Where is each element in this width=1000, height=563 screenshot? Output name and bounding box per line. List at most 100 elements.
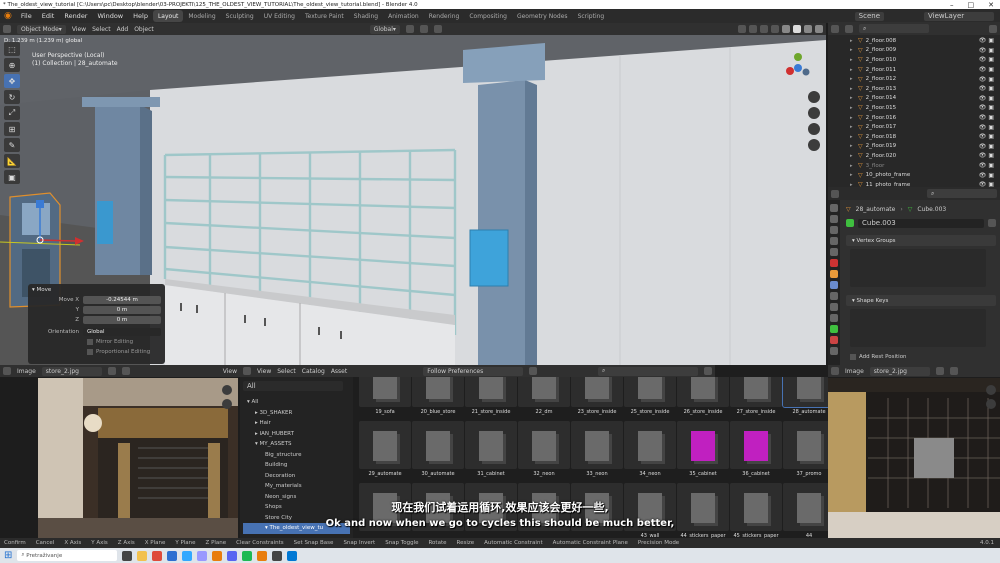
image-open-icon[interactable] [949, 367, 958, 375]
catalog-item[interactable]: Decoration [243, 471, 350, 482]
measure-tool-icon[interactable]: 📐 [4, 154, 20, 168]
asset-tile[interactable]: 27_store_inside [730, 377, 782, 415]
image-open-icon[interactable] [121, 367, 130, 375]
outliner-item[interactable]: ▸ ▽ 2_floor.017 👁 ▣ [828, 122, 1000, 132]
asset-menu-select[interactable]: Select [277, 368, 296, 375]
view-layer-tab-icon[interactable] [830, 237, 838, 245]
proportional-editing-checkbox[interactable] [87, 349, 93, 355]
outliner-editor-icon[interactable] [831, 24, 839, 33]
shading-rendered-icon[interactable] [815, 25, 823, 33]
outliner-item[interactable]: ▸ ▽ 2_floor.014 👁 ▣ [828, 94, 1000, 104]
outliner-item[interactable]: ▸ ▽ 2_floor.008 👁 ▣ [828, 36, 1000, 46]
catalog-item[interactable]: ▾ MY_ASSETS [243, 439, 350, 450]
workspace-tab-uv-editing[interactable]: UV Editing [259, 10, 300, 22]
edge-icon[interactable] [167, 550, 178, 561]
visibility-eye-icon[interactable]: 👁 ▣ [979, 66, 994, 73]
vertex-groups-panel-header[interactable]: ▾ Vertex Groups [846, 235, 996, 246]
tool-tab-icon[interactable] [830, 204, 838, 212]
asset-library-selector[interactable]: Follow Preferences [423, 366, 524, 376]
visibility-eye-icon[interactable]: 👁 ▣ [979, 124, 994, 131]
asset-tile[interactable]: 33_neon [571, 421, 623, 477]
outliner-item[interactable]: ▸ ▽ 2_floor.019 👁 ▣ [828, 142, 1000, 152]
editor-type-icon[interactable] [3, 25, 11, 33]
texture-tab-icon[interactable] [830, 347, 838, 355]
pan-icon[interactable] [222, 399, 232, 409]
image-menu[interactable]: Image [17, 368, 36, 375]
catalog-item[interactable]: Building [243, 460, 350, 471]
menu-add[interactable]: Add [117, 26, 129, 33]
menu-help[interactable]: Help [128, 12, 153, 20]
visibility-eye-icon[interactable]: 👁 ▣ [979, 104, 994, 111]
select-tool-icon[interactable]: ⬚ [4, 42, 20, 56]
physics-tab-icon[interactable] [830, 303, 838, 311]
asset-tile[interactable]: 21_store_inside [465, 377, 517, 415]
maximize-icon[interactable]: □ [968, 1, 975, 9]
data-tab-icon[interactable] [830, 325, 838, 333]
menu-select[interactable]: Select [92, 26, 111, 33]
asset-filter-dropdown[interactable]: All [243, 381, 343, 391]
mail-icon[interactable] [287, 550, 298, 561]
asset-tile[interactable]: 31_cabinet [465, 421, 517, 477]
object-tab-icon[interactable] [830, 270, 838, 278]
move-panel-header[interactable]: ▾ Move [28, 284, 165, 295]
mode-selector[interactable]: Object Mode ▾ [17, 24, 66, 34]
move-x-field[interactable]: -0.24544 m [83, 296, 161, 304]
outliner-item[interactable]: ▸ ▽ 10_photo_frame 👁 ▣ [828, 170, 1000, 180]
add-rest-position-row[interactable]: Add Rest Position [846, 351, 996, 362]
windows-start-icon[interactable]: ⊞ [4, 550, 12, 561]
asset-tile[interactable]: 26_store_inside [677, 377, 729, 415]
asset-tile[interactable]: 34_neon [624, 421, 676, 477]
outliner-item[interactable]: ▸ ▽ 2_floor.010 👁 ▣ [828, 55, 1000, 65]
transform-tool-icon[interactable]: ⊞ [4, 122, 20, 136]
material-tab-icon[interactable] [830, 336, 838, 344]
taskbar-search[interactable]: ⌕ Pretraživanje [17, 550, 118, 561]
orientation-dropdown[interactable]: Global [83, 328, 161, 336]
shape-keys-panel-header[interactable]: ▾ Shape Keys [846, 295, 996, 306]
image-new-icon[interactable] [107, 367, 116, 375]
visibility-eye-icon[interactable]: 👁 ▣ [979, 143, 994, 150]
asset-menu-asset[interactable]: Asset [331, 368, 347, 375]
outliner-item[interactable]: ▸ ▽ 2_floor.015 👁 ▣ [828, 103, 1000, 113]
snap-icon[interactable] [419, 25, 428, 33]
add-rest-position-checkbox[interactable] [850, 353, 856, 360]
discord-icon[interactable] [227, 550, 238, 561]
menu-window[interactable]: Window [92, 12, 128, 20]
catalog-item[interactable]: ▸ IAN_HUBERT [243, 429, 350, 440]
render-tab-icon[interactable] [830, 215, 838, 223]
shape-keys-list[interactable] [850, 309, 986, 347]
workspace-tab-compositing[interactable]: Compositing [464, 10, 512, 22]
asset-tile[interactable]: 19_sofa [359, 377, 411, 415]
constraints-tab-icon[interactable] [830, 314, 838, 322]
workspace-tab-shading[interactable]: Shading [349, 10, 383, 22]
outliner-item[interactable]: ▸ ▽ 2_floor.011 👁 ▣ [828, 65, 1000, 75]
workspace-tab-layout[interactable]: Layout [152, 10, 184, 22]
zoom-icon[interactable] [986, 385, 996, 395]
asset-tile[interactable]: 22_dm [518, 377, 570, 415]
viewlayer-selector[interactable]: ViewLayer [924, 11, 994, 21]
filter-icon[interactable] [989, 24, 997, 33]
annotate-tool-icon[interactable]: ✎ [4, 138, 20, 152]
blender-taskbar-icon[interactable] [212, 550, 223, 561]
overlay-icon[interactable] [760, 25, 768, 33]
pan-icon[interactable] [986, 399, 996, 409]
outliner-item[interactable]: ▸ ▽ 2_floor.012 👁 ▣ [828, 74, 1000, 84]
blender-taskbar-icon-2[interactable] [257, 550, 268, 561]
image-editor-icon[interactable] [3, 367, 11, 375]
visibility-eye-icon[interactable]: 👁 ▣ [979, 162, 994, 169]
outliner-item[interactable]: ▸ ▽ 3_floor 👁 ▣ [828, 161, 1000, 171]
scene-selector[interactable]: Scene [854, 11, 884, 21]
minimize-icon[interactable]: – [950, 1, 954, 9]
outliner-item[interactable]: ▸ ▽ 2_floor.013 👁 ▣ [828, 84, 1000, 94]
move-tool-icon[interactable]: ✥ [4, 74, 20, 88]
output-tab-icon[interactable] [830, 226, 838, 234]
mirror-editing-checkbox[interactable] [87, 339, 93, 345]
visibility-eye-icon[interactable]: 👁 ▣ [979, 95, 994, 102]
rotate-tool-icon[interactable]: ↻ [4, 90, 20, 104]
visibility-eye-icon[interactable]: 👁 ▣ [979, 114, 994, 121]
asset-tile[interactable]: 23_store_inside [571, 377, 623, 415]
close-icon[interactable]: ✕ [988, 1, 994, 9]
asset-tile[interactable]: 37_promo [783, 421, 828, 477]
image-editor-icon[interactable] [831, 367, 839, 375]
zoom-icon[interactable] [222, 385, 232, 395]
visibility-eye-icon[interactable]: 👁 ▣ [979, 37, 994, 44]
